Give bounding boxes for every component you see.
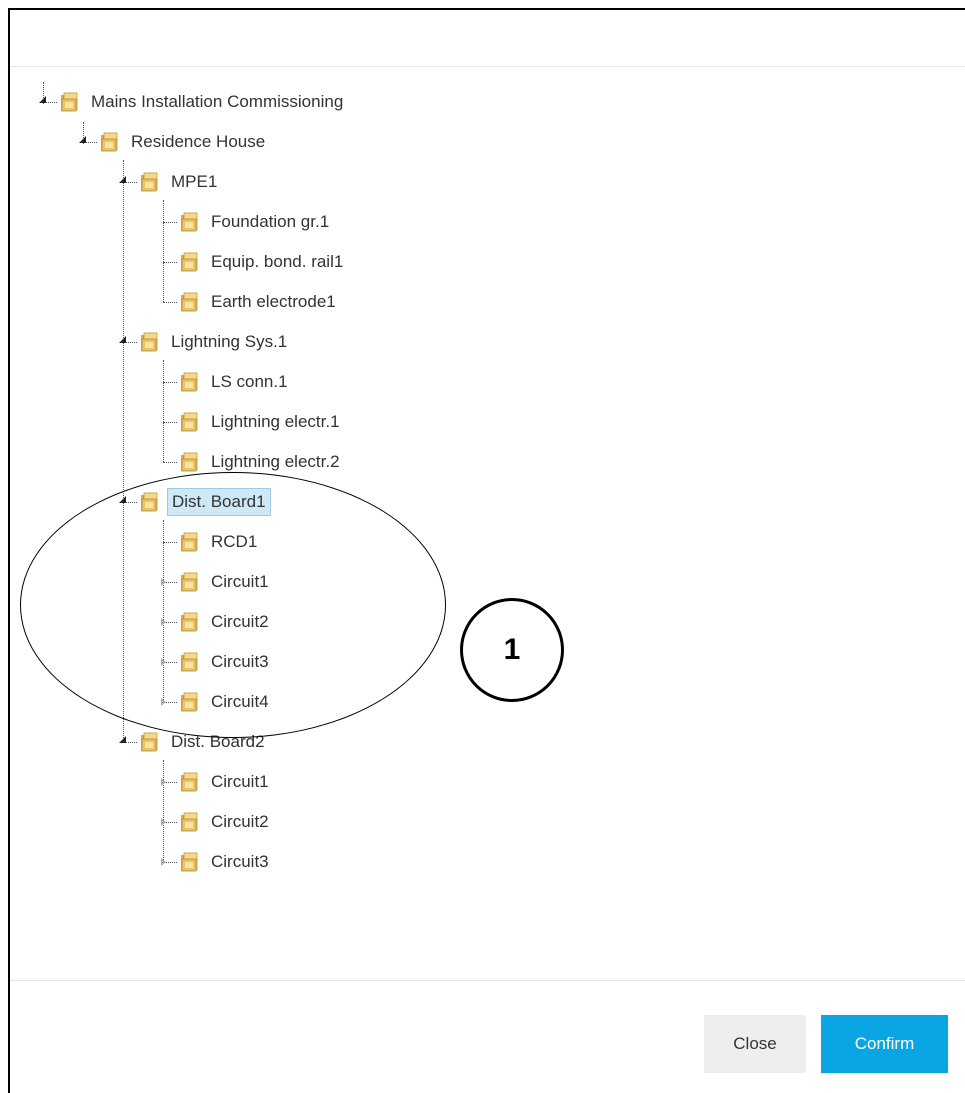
tree-node[interactable]: Circuit1 [179,766,273,798]
folder-icon [99,131,121,153]
folder-icon [179,211,201,233]
tree-node[interactable]: MPE1 [139,166,221,198]
tree-node-label: Dist. Board1 [167,488,271,516]
tree-view: Mains Installation Commissioning Residenc… [10,10,965,970]
folder-icon [179,611,201,633]
tree-node-label: MPE1 [171,172,218,191]
folder-icon [179,691,201,713]
tree-node[interactable]: Mains Installation Commissioning [59,86,347,118]
tree-node[interactable]: Dist. Board1 [139,486,271,518]
tree-node[interactable]: Lightning electr.2 [179,446,344,478]
footer-divider [10,980,965,981]
tree-connector [163,520,164,702]
tree-node-label: Mains Installation Commissioning [91,92,344,111]
collapsed-triangle-icon[interactable] [161,698,166,706]
folder-icon [179,371,201,393]
folder-icon [179,651,201,673]
tree-node-label: Foundation gr.1 [211,212,330,231]
tree-node-label: Dist. Board2 [171,732,265,751]
folder-icon [179,291,201,313]
tree-node-label: Lightning electr.1 [211,412,340,431]
tree-node-label: Circuit1 [211,772,269,791]
tree-connector [163,760,164,862]
tree-connector [163,382,177,383]
folder-icon [179,411,201,433]
tree-connector [163,360,164,462]
expanded-triangle-icon[interactable] [119,736,126,743]
tree-node[interactable]: Circuit2 [179,606,273,638]
expanded-triangle-icon[interactable] [39,96,46,103]
tree-node[interactable]: Residence House [99,126,269,158]
folder-icon [179,851,201,873]
tree-node-label: Circuit3 [211,652,269,671]
folder-icon [139,731,161,753]
expanded-triangle-icon[interactable] [119,176,126,183]
collapsed-triangle-icon[interactable] [161,618,166,626]
expanded-triangle-icon[interactable] [79,136,86,143]
tree-connector [163,462,177,463]
folder-icon [179,811,201,833]
tree-node-label: RCD1 [211,532,258,551]
tree-node[interactable]: Circuit4 [179,686,273,718]
tree-node-label: Lightning Sys.1 [171,332,288,351]
tree-connector [163,422,177,423]
tree-node[interactable]: Circuit3 [179,646,273,678]
folder-icon [179,531,201,553]
tree-node-label: Circuit1 [211,572,269,591]
close-button[interactable]: Close [704,1015,806,1073]
expanded-triangle-icon[interactable] [119,336,126,343]
tree-node-label: Lightning electr.2 [211,452,340,471]
tree-node[interactable]: Earth electrode1 [179,286,340,318]
tree-node-label: Circuit3 [211,852,269,871]
tree-node[interactable]: Lightning electr.1 [179,406,344,438]
tree-node-label: Earth electrode1 [211,292,336,311]
tree-node[interactable]: Dist. Board2 [139,726,269,758]
collapsed-triangle-icon[interactable] [161,858,166,866]
collapsed-triangle-icon[interactable] [161,578,166,586]
folder-icon [139,331,161,353]
tree-node[interactable]: Foundation gr.1 [179,206,333,238]
collapsed-triangle-icon[interactable] [161,658,166,666]
tree-node-label: Residence House [131,132,266,151]
tree-node-label: LS conn.1 [211,372,288,391]
folder-icon [179,571,201,593]
folder-icon [139,491,161,513]
tree-node[interactable]: LS conn.1 [179,366,292,398]
tree-connector [163,302,177,303]
folder-icon [179,451,201,473]
tree-node[interactable]: Circuit3 [179,846,273,878]
tree-connector [163,542,177,543]
tree-node[interactable]: Circuit1 [179,566,273,598]
tree-connector [163,262,177,263]
tree-node-label: Circuit4 [211,692,269,711]
collapsed-triangle-icon[interactable] [161,818,166,826]
tree-node[interactable]: RCD1 [179,526,261,558]
folder-icon [179,771,201,793]
tree-node[interactable]: Lightning Sys.1 [139,326,291,358]
dialog: Mains Installation Commissioning Residenc… [8,8,965,1093]
confirm-button[interactable]: Confirm [821,1015,948,1073]
tree-connector [163,222,177,223]
callout-badge: 1 [460,598,564,702]
tree-node-label: Circuit2 [211,612,269,631]
tree-node[interactable]: Circuit2 [179,806,273,838]
folder-icon [59,91,81,113]
folder-icon [139,171,161,193]
collapsed-triangle-icon[interactable] [161,778,166,786]
tree-connector [123,160,124,740]
tree-node-label: Circuit2 [211,812,269,831]
tree-node[interactable]: Equip. bond. rail1 [179,246,347,278]
tree-connector [163,200,164,302]
folder-icon [179,251,201,273]
tree-node-label: Equip. bond. rail1 [211,252,344,271]
expanded-triangle-icon[interactable] [119,496,126,503]
